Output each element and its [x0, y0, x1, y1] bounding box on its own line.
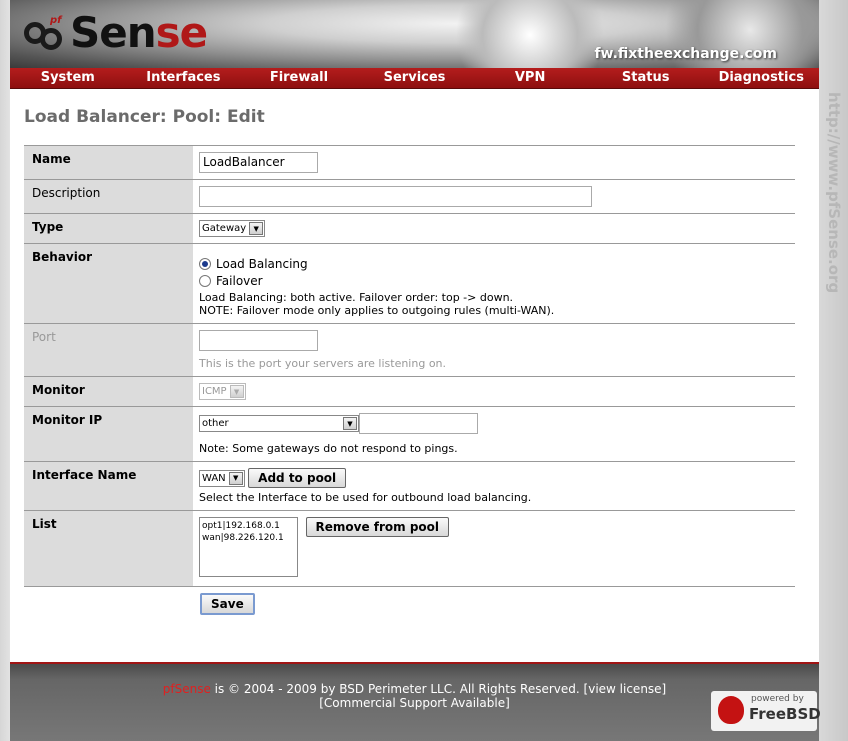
footer-copyright[interactable]: is © 2004 - 2009 by BSD Perimeter LLC. A…	[211, 682, 667, 696]
monitor-select[interactable]: ICMP ▼	[199, 383, 246, 400]
list-cell: opt1|192.168.0.1 wan|98.226.120.1 Remove…	[193, 511, 795, 586]
save-button[interactable]: Save	[200, 593, 255, 615]
nav-interfaces[interactable]: Interfaces	[126, 68, 242, 88]
freebsd-daemon-icon	[718, 696, 744, 724]
row-behavior: Behavior Load Balancing Failover Load Ba…	[24, 244, 795, 324]
nav-status[interactable]: Status	[588, 68, 704, 88]
footer-brand-link[interactable]: pfSense	[163, 682, 211, 696]
monitor-ip-input[interactable]	[359, 413, 478, 434]
nav-diagnostics[interactable]: Diagnostics	[703, 68, 819, 88]
side-url-watermark: http://www.pfSense.org	[825, 92, 843, 294]
radio-failover[interactable]: Failover	[199, 274, 789, 288]
monitor-label: Monitor	[24, 377, 193, 406]
monitor-cell: ICMP ▼	[193, 377, 795, 406]
chevron-down-icon: ▼	[228, 471, 243, 485]
behavior-label: Behavior	[24, 244, 193, 323]
footer-support-link[interactable]: [Commercial Support Available]	[10, 696, 819, 710]
nav-system[interactable]: System	[10, 68, 126, 88]
monitor-ip-note: Note: Some gateways do not respond to pi…	[199, 442, 458, 455]
behavior-note-2: NOTE: Failover mode only applies to outg…	[199, 304, 555, 317]
chevron-down-icon: ▼	[343, 417, 357, 430]
interface-name-cell: WAN ▼ Add to pool Select the Interface to…	[193, 462, 795, 510]
monitor-ip-select[interactable]: other ▼	[199, 415, 359, 432]
port-input[interactable]	[199, 330, 318, 351]
add-to-pool-button[interactable]: Add to pool	[248, 468, 347, 488]
type-label: Type	[24, 214, 193, 243]
row-interface-name: Interface Name WAN ▼ Add to pool Select t…	[24, 462, 795, 511]
hostname: fw.fixtheexchange.com	[594, 46, 777, 62]
type-cell: Gateway ▼	[193, 214, 795, 243]
chevron-down-icon: ▼	[249, 222, 264, 235]
name-label: Name	[24, 146, 193, 179]
logo-mark-icon: pf	[22, 10, 68, 56]
port-label: Port	[24, 324, 193, 376]
name-cell: LoadBalancer	[193, 146, 795, 179]
description-cell	[193, 180, 795, 213]
port-hint: This is the port your servers are listen…	[199, 357, 447, 370]
page: pf Sense fw.fixtheexchange.com System In…	[0, 0, 848, 741]
chevron-down-icon: ▼	[229, 385, 244, 398]
row-monitor-ip: Monitor IP other ▼ Note: Some gateways do…	[24, 407, 795, 462]
radio-unchecked-icon[interactable]	[199, 275, 211, 287]
logo-text: Sense	[70, 12, 208, 54]
radio-failover-label: Failover	[216, 274, 263, 288]
behavior-note-1: Load Balancing: both active. Failover or…	[199, 291, 514, 304]
footer-copyright-line: pfSense is © 2004 - 2009 by BSD Perimete…	[10, 682, 819, 696]
pool-edit-form: Name LoadBalancer Description Type Gatew…	[24, 145, 795, 615]
row-port: Port This is the port your servers are l…	[24, 324, 795, 377]
radio-load-balancing[interactable]: Load Balancing	[199, 257, 789, 271]
header-decoration	[440, 0, 620, 68]
type-select[interactable]: Gateway ▼	[199, 220, 266, 237]
page-title: Load Balancer: Pool: Edit	[24, 107, 265, 127]
logo-text-main: Sen	[70, 8, 157, 57]
row-description: Description	[24, 180, 795, 214]
content-area: Load Balancer: Pool: Edit Name LoadBalan…	[10, 89, 819, 662]
description-input[interactable]	[199, 186, 592, 207]
footer-text: pfSense is © 2004 - 2009 by BSD Perimete…	[10, 682, 819, 710]
port-cell: This is the port your servers are listen…	[193, 324, 795, 376]
list-item[interactable]: wan|98.226.120.1	[202, 532, 295, 544]
monitor-ip-cell: other ▼ Note: Some gateways do not respon…	[193, 407, 795, 461]
logo-pf-text: pf	[50, 15, 62, 26]
monitor-ip-selected: other	[202, 418, 229, 429]
remove-from-pool-button[interactable]: Remove from pool	[305, 517, 450, 537]
type-selected: Gateway	[202, 223, 247, 234]
name-input[interactable]: LoadBalancer	[199, 152, 318, 173]
powered-by-text: powered by	[751, 694, 804, 704]
interface-select[interactable]: WAN ▼	[199, 469, 245, 487]
interface-selected: WAN	[202, 472, 226, 484]
nav-vpn[interactable]: VPN	[472, 68, 588, 88]
main-nav: System Interfaces Firewall Services VPN …	[10, 68, 819, 89]
radio-load-balancing-label: Load Balancing	[216, 257, 308, 271]
row-monitor: Monitor ICMP ▼	[24, 377, 795, 407]
monitor-ip-label: Monitor IP	[24, 407, 193, 461]
radio-checked-icon[interactable]	[199, 258, 211, 270]
nav-services[interactable]: Services	[357, 68, 473, 88]
header-banner: pf Sense fw.fixtheexchange.com	[10, 0, 819, 68]
behavior-cell: Load Balancing Failover Load Balancing: …	[193, 244, 795, 323]
interface-name-label: Interface Name	[24, 462, 193, 510]
logo-text-red: se	[155, 8, 208, 57]
row-list: List opt1|192.168.0.1 wan|98.226.120.1 R…	[24, 511, 795, 587]
footer: pfSense is © 2004 - 2009 by BSD Perimete…	[10, 662, 821, 741]
interface-hint: Select the Interface to be used for outb…	[199, 491, 532, 504]
monitor-selected: ICMP	[202, 386, 227, 397]
save-row: Save	[24, 587, 795, 615]
freebsd-text: FreeBSD	[749, 705, 821, 723]
row-name: Name LoadBalancer	[24, 145, 795, 180]
description-label: Description	[24, 180, 193, 213]
list-item[interactable]: opt1|192.168.0.1	[202, 520, 295, 532]
pool-list[interactable]: opt1|192.168.0.1 wan|98.226.120.1	[199, 517, 298, 577]
pfsense-logo[interactable]: pf Sense	[22, 6, 208, 60]
powered-by-freebsd-badge[interactable]: powered by FreeBSD	[711, 691, 821, 731]
nav-firewall[interactable]: Firewall	[241, 68, 357, 88]
row-type: Type Gateway ▼	[24, 214, 795, 244]
list-label: List	[24, 511, 193, 586]
